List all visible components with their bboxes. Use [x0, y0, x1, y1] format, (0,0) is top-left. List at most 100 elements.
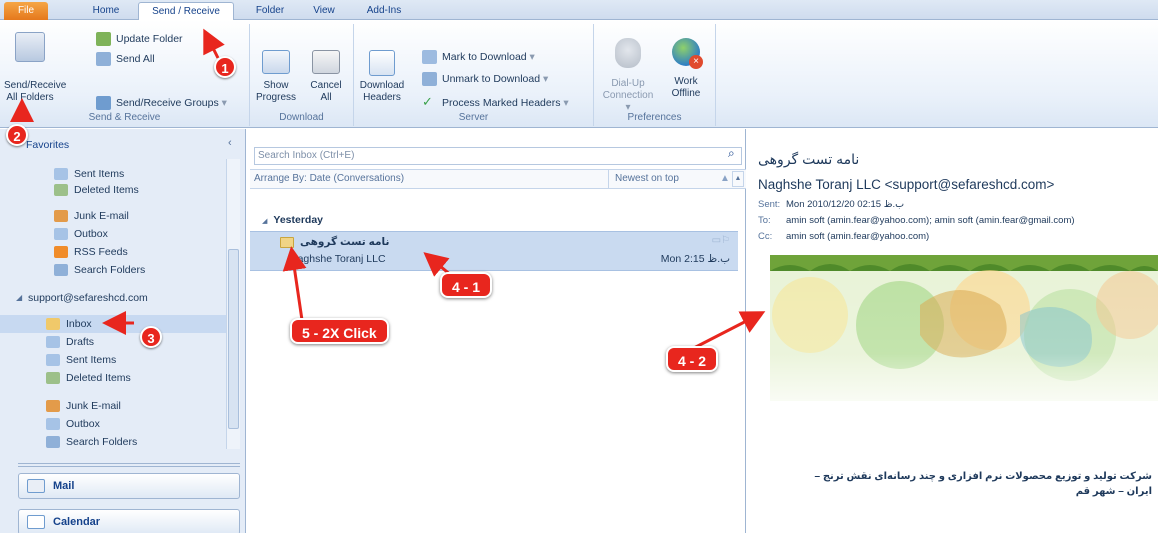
send-receive-groups-icon: [96, 96, 111, 110]
search-input[interactable]: Search Inbox (Ctrl+E): [254, 147, 742, 165]
mark-to-download-label: Mark to Download: [442, 51, 527, 63]
nav-deleted-items[interactable]: Deleted Items: [46, 369, 131, 387]
nav-fav-rss-feeds[interactable]: RSS Feeds: [54, 243, 128, 261]
cancel-all-icon: [312, 50, 340, 74]
trash-icon: [46, 372, 60, 384]
letterhead-image: [770, 255, 1158, 475]
process-marked-headers-button[interactable]: ✓ Process Marked Headers ▾: [422, 94, 569, 112]
download-headers-label2: Headers: [363, 92, 401, 103]
message-row[interactable]: نامه تست گروهی Naghshe Toranj LLC Mon 2:…: [250, 231, 738, 271]
scroll-up-icon[interactable]: ▲: [732, 171, 744, 187]
cancel-all-button[interactable]: Cancel All: [304, 46, 348, 104]
to-label: To:: [758, 215, 771, 226]
folder-icon: [54, 168, 68, 180]
cancel-all-label1: Cancel: [310, 80, 342, 91]
date-group-label: Yesterday: [273, 214, 324, 226]
letter-body-line2: ایران – شهر قم: [1075, 486, 1152, 497]
search-icon[interactable]: ⌕: [728, 146, 735, 161]
sent-label: Sent:: [758, 199, 781, 210]
nav-fav-outbox[interactable]: Outbox: [54, 225, 108, 243]
to-value[interactable]: amin soft (amin.fear@yahoo.com); amin so…: [786, 215, 1075, 226]
collapse-triangle-icon: ◢: [262, 218, 268, 225]
work-offline-label1: Work: [674, 76, 698, 87]
nav-fav-junk-email[interactable]: Junk E-mail: [54, 207, 129, 225]
nav-item-label: RSS Feeds: [74, 246, 128, 258]
ribbon: Send/Receive All Folders Update Folder S…: [0, 20, 1158, 128]
outbox-icon: [54, 228, 68, 240]
tab-file[interactable]: File: [4, 2, 48, 20]
nav-fav-deleted-items[interactable]: Deleted Items: [54, 181, 139, 199]
flag-icon[interactable]: ▭⚐: [712, 235, 730, 246]
arrange-by-button[interactable]: Arrange By: Date (Conversations): [254, 170, 404, 188]
favorites-header[interactable]: Favorites: [0, 135, 246, 155]
annotation-badge-1: 1: [214, 56, 236, 78]
nav-item-label: Sent Items: [66, 354, 117, 366]
message-subject: نامه تست گروهی: [300, 236, 390, 248]
tab-add-ins[interactable]: Add-Ins: [356, 2, 412, 20]
trash-icon: [54, 184, 68, 196]
rss-icon: [54, 246, 68, 258]
update-folder-button[interactable]: Update Folder: [96, 30, 183, 48]
nav-junk-email[interactable]: Junk E-mail: [46, 397, 121, 415]
nav-item-label: Sent Items: [74, 168, 125, 180]
collapse-pane-icon[interactable]: ‹: [228, 137, 232, 149]
nav-item-label: Outbox: [74, 228, 108, 240]
tab-home[interactable]: Home: [80, 2, 132, 20]
work-offline-button[interactable]: × Work Offline: [662, 34, 710, 100]
nav-item-label: Deleted Items: [66, 372, 131, 384]
cc-value[interactable]: amin soft (amin.fear@yahoo.com): [786, 231, 929, 242]
outbox-icon: [46, 418, 60, 430]
dialup-connection-button[interactable]: Dial-Up Connection ▾: [600, 34, 656, 114]
show-progress-label1: Show: [263, 80, 289, 91]
sort-arrow-icon: ▲: [720, 173, 730, 184]
annotation-callout-4-1: 4 - 1: [440, 272, 493, 298]
nav-drafts[interactable]: Drafts: [46, 333, 94, 351]
nav-scrollbar[interactable]: [226, 159, 240, 449]
send-receive-icon: [15, 32, 45, 62]
mail-button[interactable]: Mail: [18, 473, 240, 499]
nav-search-folders[interactable]: Search Folders: [46, 433, 137, 451]
chevron-down-icon: ▾: [540, 73, 549, 85]
nav-inbox[interactable]: Inbox: [0, 315, 226, 333]
search-folder-icon: [46, 436, 60, 448]
folder-icon: [46, 354, 60, 366]
tab-view[interactable]: View: [304, 2, 344, 20]
send-all-label: Send All: [116, 53, 155, 65]
nav-account[interactable]: ◢ support@sefareshcd.com: [16, 289, 148, 307]
nav-item-label: Drafts: [66, 336, 95, 348]
scrollbar-thumb[interactable]: [228, 249, 239, 429]
account-label: support@sefareshcd.com: [28, 292, 148, 304]
nav-item-label: Deleted Items: [74, 184, 139, 196]
nav-sent-items[interactable]: Sent Items: [46, 351, 116, 369]
cancel-all-label2: All: [320, 92, 332, 103]
tab-send-receive[interactable]: Send / Receive: [138, 2, 234, 20]
date-group-yesterday[interactable]: ◢ Yesterday: [250, 211, 746, 229]
progress-icon: [262, 50, 290, 74]
unmark-to-download-button[interactable]: Unmark to Download ▾: [422, 70, 548, 88]
inbox-icon: [46, 318, 60, 330]
favorites-label: Favorites: [26, 139, 70, 151]
sort-order-button[interactable]: Newest on top: [608, 170, 679, 188]
calendar-icon: [27, 515, 45, 529]
send-receive-groups-button[interactable]: Send/Receive Groups ▾: [96, 94, 227, 112]
nav-item-label: Inbox: [66, 318, 92, 330]
letter-body: شرکت تولید و توزیع محصولات نرم افزاری و …: [762, 469, 1152, 499]
show-progress-button[interactable]: Show Progress: [254, 46, 298, 104]
reader-from[interactable]: Naghshe Toranj LLC <support@sefareshcd.c…: [758, 177, 1054, 192]
nav-outbox[interactable]: Outbox: [46, 415, 100, 433]
pane-splitter[interactable]: [18, 463, 240, 467]
download-headers-button[interactable]: Download Headers: [358, 46, 406, 104]
tab-folder[interactable]: Folder: [246, 2, 294, 20]
ribbon-tab-bar: File Home Send / Receive Folder View Add…: [0, 0, 1158, 20]
group-server: Download Headers Mark to Download ▾ Unma…: [354, 24, 594, 126]
update-folder-label: Update Folder: [116, 33, 183, 45]
send-receive-all-button[interactable]: Send/Receive All Folders: [4, 28, 66, 104]
junk-icon: [46, 400, 60, 412]
mark-to-download-button[interactable]: Mark to Download ▾: [422, 48, 535, 66]
nav-item-label: Outbox: [66, 418, 100, 430]
calendar-button[interactable]: Calendar: [18, 509, 240, 533]
nav-fav-search-folders[interactable]: Search Folders: [54, 261, 145, 279]
send-all-button[interactable]: Send All: [96, 50, 155, 68]
unmark-to-download-label: Unmark to Download: [442, 73, 541, 85]
nav-item-label: Search Folders: [66, 436, 138, 448]
